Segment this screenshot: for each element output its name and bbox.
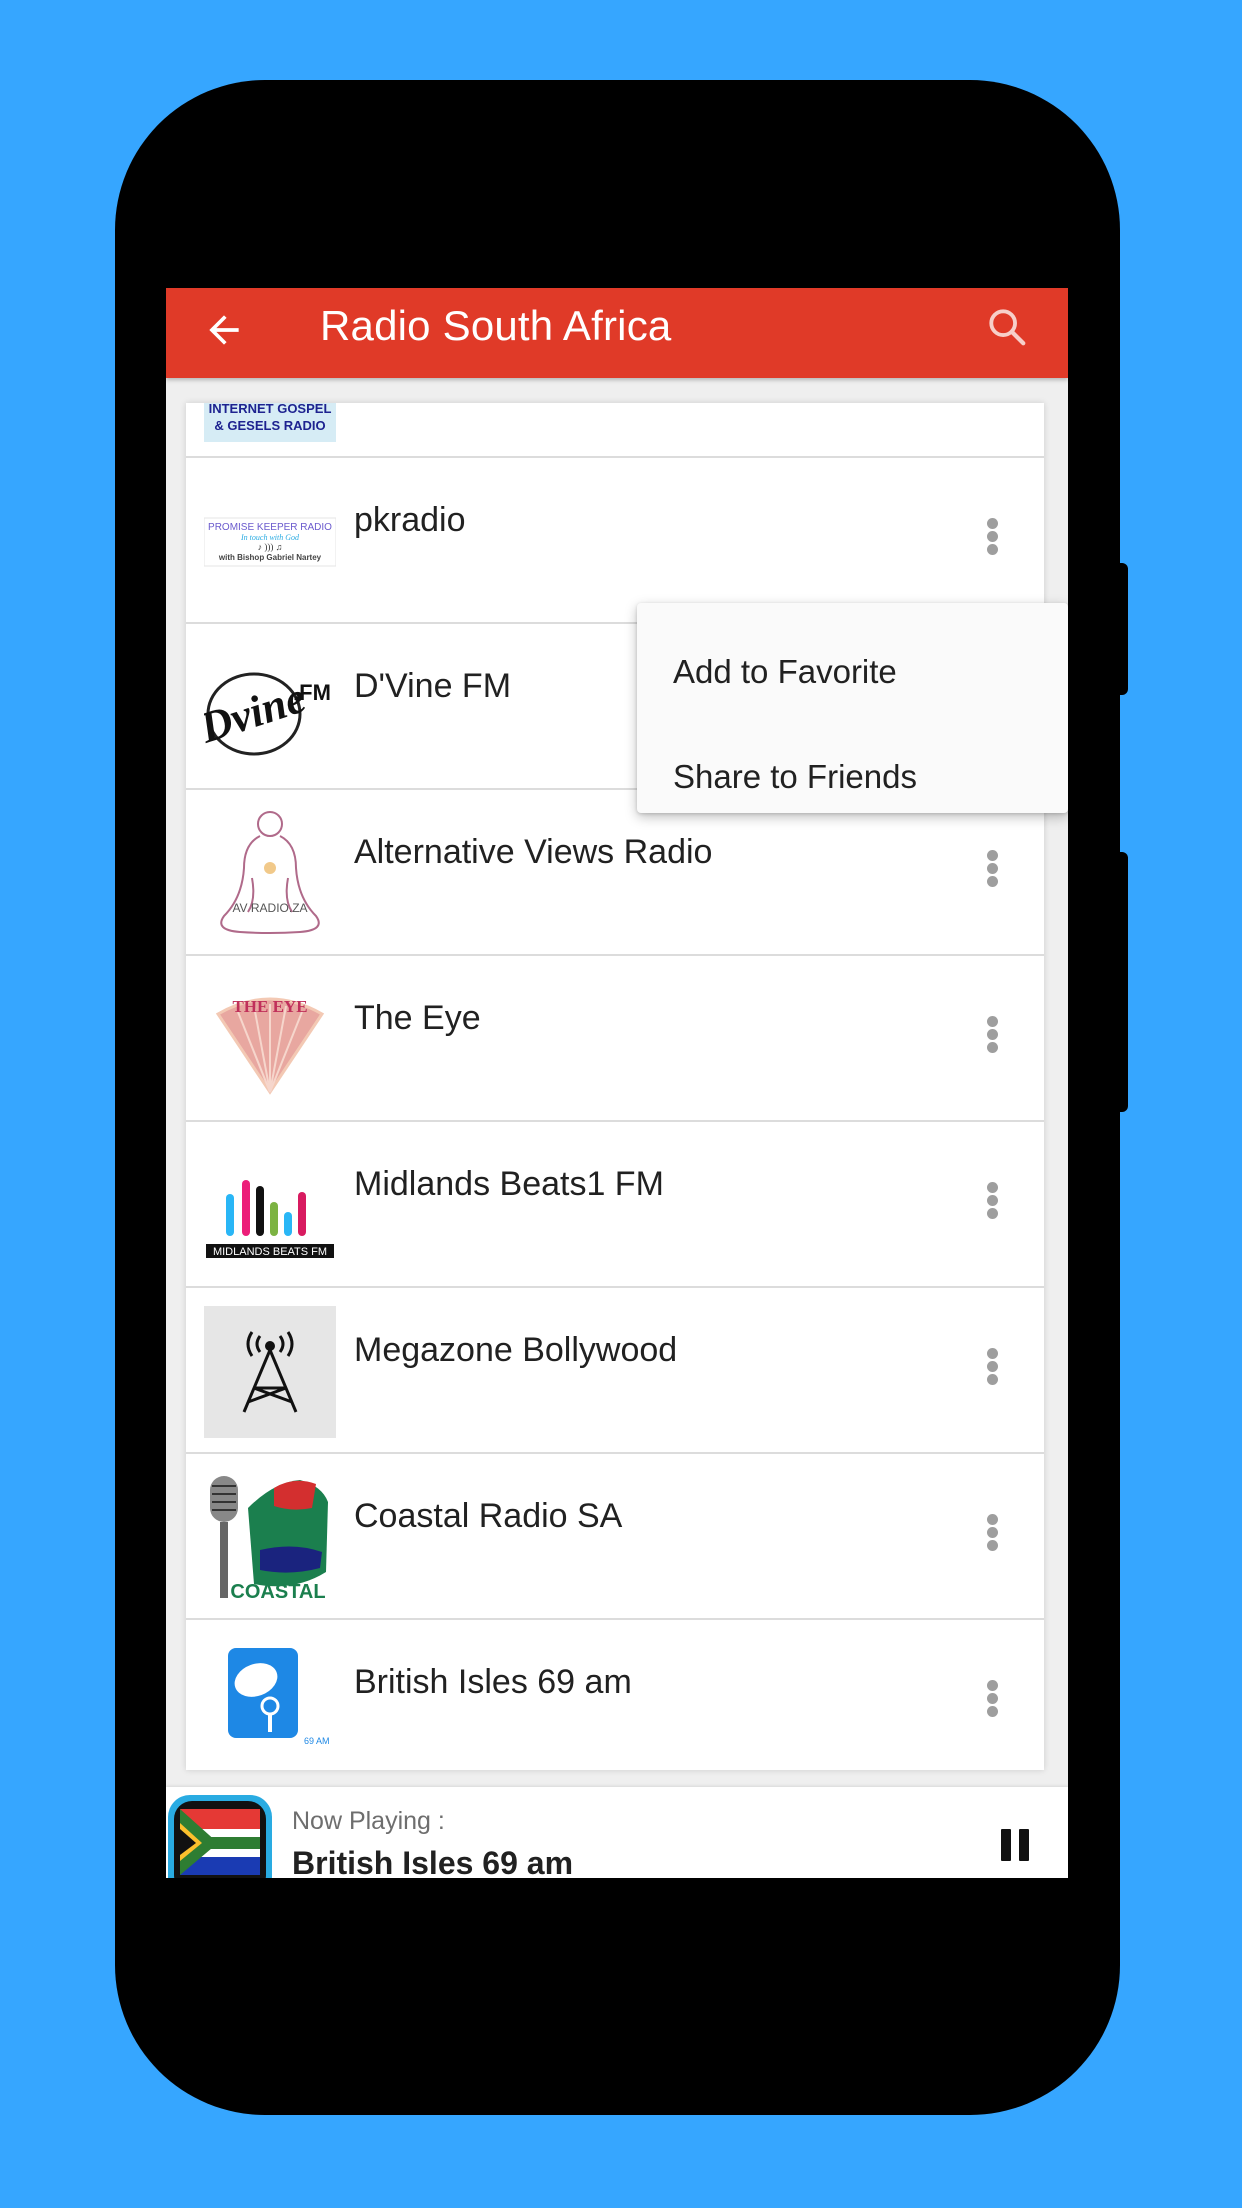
svg-text:with Bishop Gabriel Nartey: with Bishop Gabriel Nartey: [218, 553, 322, 562]
search-button[interactable]: [984, 304, 1030, 350]
app-bar: Radio South Africa: [166, 288, 1068, 378]
svg-text:INTERNET GOSPEL: INTERNET GOSPEL: [209, 403, 332, 416]
overflow-menu-button[interactable]: [980, 506, 1004, 566]
station-name: D'Vine FM: [354, 667, 512, 705]
dvine-fm-logo: Dvine .FM: [204, 642, 336, 774]
the-eye-logo: THE EYE: [204, 974, 336, 1106]
coastal-radio-logo: COASTAL: [204, 1472, 336, 1604]
svg-text:& GESELS RADIO: & GESELS RADIO: [214, 418, 325, 433]
overflow-menu-button[interactable]: [980, 1170, 1004, 1230]
dot-icon: [987, 850, 998, 861]
dot-icon: [987, 1680, 998, 1691]
overflow-menu-button[interactable]: [980, 1336, 1004, 1396]
station-row[interactable]: PROMISE KEEPER RADIO In touch with God ♪…: [186, 458, 1044, 624]
now-playing-label: Now Playing :: [292, 1807, 445, 1835]
svg-text:.FM: .FM: [293, 680, 331, 705]
page-title: Radio South Africa: [320, 302, 672, 349]
app-screen: Radio South Africa INTERNET GOSPEL & GES…: [166, 288, 1068, 1878]
overflow-menu-button[interactable]: [980, 1668, 1004, 1728]
station-row[interactable]: Megazone Bollywood: [186, 1288, 1044, 1454]
dot-icon: [987, 1029, 998, 1040]
dot-icon: [987, 1706, 998, 1717]
dot-icon: [987, 544, 998, 555]
station-name: Megazone Bollywood: [354, 1331, 678, 1369]
svg-text:THE EYE: THE EYE: [232, 997, 307, 1016]
station-name: British Isles 69 am: [354, 1663, 632, 1701]
av-radio-logo: AV RADIO.ZA: [204, 808, 336, 940]
dot-icon: [987, 518, 998, 529]
pause-icon: [1019, 1829, 1029, 1861]
station-row[interactable]: MIDLANDS BEATS FM Midlands Beats1 FM: [186, 1122, 1044, 1288]
svg-text:AV RADIO.ZA: AV RADIO.ZA: [232, 901, 307, 915]
app-icon: 102.2FM: [168, 1795, 272, 1878]
now-playing-station: British Isles 69 am: [292, 1845, 574, 1878]
overflow-menu-button[interactable]: [980, 838, 1004, 898]
station-row[interactable]: INTERNET GOSPEL & GESELS RADIO: [186, 403, 1044, 458]
now-playing-bar[interactable]: 102.2FM Now Playing : British Isles 69 a…: [166, 1787, 1068, 1878]
pause-icon: [1001, 1829, 1011, 1861]
dot-icon: [987, 1182, 998, 1193]
dot-icon: [987, 1042, 998, 1053]
svg-text:COASTAL: COASTAL: [230, 1581, 325, 1603]
dot-icon: [987, 1514, 998, 1525]
dot-icon: [987, 1693, 998, 1704]
promise-keeper-radio-logo: PROMISE KEEPER RADIO In touch with God ♪…: [204, 476, 336, 608]
dot-icon: [987, 876, 998, 887]
svg-text:PROMISE KEEPER RADIO: PROMISE KEEPER RADIO: [208, 522, 332, 533]
dot-icon: [987, 1016, 998, 1027]
dot-icon: [987, 1361, 998, 1372]
svg-text:69 AM: 69 AM: [304, 1736, 330, 1746]
station-row[interactable]: 69 AM British Isles 69 am: [186, 1620, 1044, 1770]
dot-icon: [987, 531, 998, 542]
station-row[interactable]: AV RADIO.ZA Alternative Views Radio: [186, 790, 1044, 956]
pause-button[interactable]: [1001, 1829, 1031, 1861]
phone-volume-button: [1118, 852, 1128, 1112]
station-name: pkradio: [354, 501, 466, 539]
overflow-menu-button[interactable]: [980, 1004, 1004, 1064]
midlands-beats-logo: MIDLANDS BEATS FM: [204, 1140, 336, 1272]
dot-icon: [987, 1540, 998, 1551]
svg-text:In touch with God: In touch with God: [240, 533, 300, 542]
svg-text:MIDLANDS BEATS FM: MIDLANDS BEATS FM: [213, 1246, 327, 1258]
back-button[interactable]: [202, 308, 246, 352]
station-row[interactable]: COASTAL Coastal Radio SA: [186, 1454, 1044, 1620]
station-name: Coastal Radio SA: [354, 1497, 623, 1535]
station-name: The Eye: [354, 999, 481, 1037]
context-menu: Add to Favorite Share to Friends: [637, 603, 1068, 813]
dot-icon: [987, 1527, 998, 1538]
station-row[interactable]: THE EYE The Eye: [186, 956, 1044, 1122]
dot-icon: [987, 1195, 998, 1206]
overflow-menu-button[interactable]: [980, 1502, 1004, 1562]
internet-gospel-gesels-radio-logo: INTERNET GOSPEL & GESELS RADIO: [204, 403, 336, 442]
dot-icon: [987, 863, 998, 874]
radio-tower-logo: [204, 1306, 336, 1438]
svg-text:♪ ))) ♫: ♪ ))) ♫: [258, 542, 283, 552]
station-name: Alternative Views Radio: [354, 833, 713, 871]
dot-icon: [987, 1374, 998, 1385]
phone-power-button: [1118, 563, 1128, 695]
dot-icon: [987, 1348, 998, 1359]
dot-icon: [987, 1208, 998, 1219]
search-icon: [989, 309, 1026, 346]
menu-item-add-to-favorite[interactable]: Add to Favorite: [673, 653, 897, 691]
arrow-left-icon: [209, 315, 239, 345]
station-name: Midlands Beats1 FM: [354, 1165, 664, 1203]
british-isles-logo: 69 AM: [204, 1638, 336, 1770]
menu-item-share-to-friends[interactable]: Share to Friends: [673, 758, 917, 796]
